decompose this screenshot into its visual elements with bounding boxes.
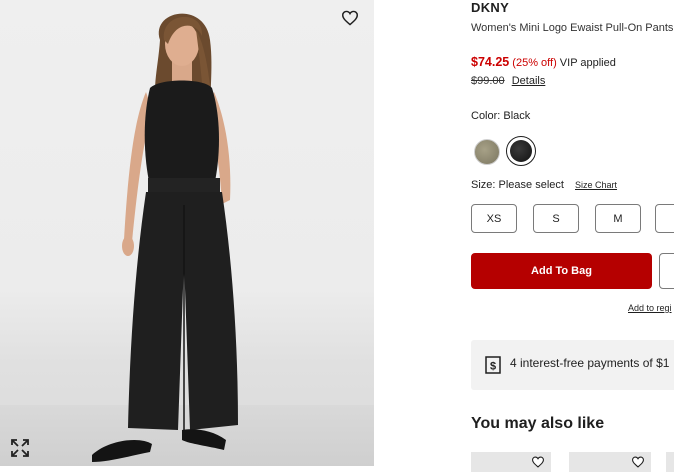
vip-label: VIP applied <box>559 57 616 69</box>
expand-icon[interactable] <box>10 438 30 458</box>
size-chart-link[interactable]: Size Chart <box>575 180 617 190</box>
recommendation-item[interactable] <box>666 452 674 472</box>
recommendation-item[interactable] <box>569 452 651 472</box>
product-image[interactable] <box>0 0 374 466</box>
recommendations-heading: You may also like <box>471 415 605 432</box>
wishlist-button[interactable] <box>337 6 363 30</box>
model-figure <box>92 13 238 462</box>
color-label: Color: Black <box>471 110 531 122</box>
size-option-s[interactable]: S <box>533 204 579 233</box>
wishlist-secondary-button[interactable] <box>659 253 674 289</box>
svg-text:$: $ <box>490 361 496 373</box>
size-label: Size: Please select <box>471 179 564 191</box>
original-price-row: $99.00 Details <box>471 75 545 87</box>
size-option-m[interactable]: M <box>595 204 641 233</box>
payments-text: 4 interest-free payments of $1 <box>510 356 670 370</box>
heart-icon <box>341 10 359 26</box>
details-link[interactable]: Details <box>512 75 546 87</box>
price-row: $74.25 (25% off) VIP applied <box>471 55 616 69</box>
size-row: Size: Please select Size Chart <box>471 179 617 191</box>
add-to-bag-button[interactable]: Add To Bag <box>471 253 652 289</box>
recommendation-item[interactable] <box>471 452 551 472</box>
discount-percent: (25% off) <box>512 57 557 69</box>
sale-price: $74.25 <box>471 55 510 69</box>
add-to-registry-link[interactable]: Add to regi <box>628 303 672 313</box>
dollar-receipt-icon: $ <box>485 356 501 374</box>
payments-banner[interactable]: $ 4 interest-free payments of $1 <box>471 340 674 390</box>
product-title: Women's Mini Logo Ewaist Pull-On Pants <box>471 22 674 34</box>
color-swatch-black[interactable] <box>506 136 536 166</box>
size-option-l[interactable] <box>655 204 674 233</box>
heart-icon[interactable] <box>531 456 545 468</box>
color-swatch-olive[interactable] <box>474 139 500 165</box>
color-swatch-black-fill <box>510 140 532 162</box>
original-price: $99.00 <box>471 75 505 87</box>
size-option-xs[interactable]: XS <box>471 204 517 233</box>
brand-name[interactable]: DKNY <box>471 0 509 15</box>
heart-icon[interactable] <box>631 456 645 468</box>
